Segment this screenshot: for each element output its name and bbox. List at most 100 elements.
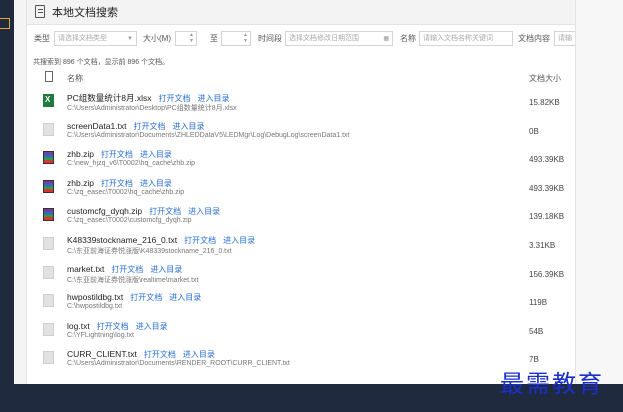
open-file-link[interactable]: 打开文档 — [144, 350, 176, 359]
file-size: 493.39KB — [529, 155, 565, 165]
table-row[interactable]: market.txt 打开文档 进入目录 C:\东亚前海证券悦涨版\realtime\… — [27, 260, 575, 288]
table-header: 名称 文档大小 — [27, 70, 575, 86]
open-folder-link[interactable]: 进入目录 — [188, 207, 220, 216]
file-size: 493.39KB — [529, 183, 565, 193]
name-label: 名称 — [400, 34, 416, 43]
content-input[interactable]: 请输 — [554, 31, 575, 46]
open-folder-link[interactable]: 进入目录 — [198, 94, 230, 103]
column-size[interactable]: 文档大小 — [529, 73, 561, 84]
content-label: 文档内容 — [518, 34, 550, 43]
result-summary: 共搜索到 896 个文档，显示前 896 个文档。 — [33, 59, 170, 66]
to-label: 至 — [210, 34, 218, 43]
file-path: C:\new_hjzq_v6\T0002\hq_cache\zhb.zip — [67, 160, 196, 168]
file-path: C:\东亚前海证券悦涨版\realtime\market.txt — [67, 276, 199, 284]
window-title: 本地文档搜索 — [52, 7, 118, 19]
chevron-down-icon: ▼ — [127, 36, 133, 42]
open-folder-link[interactable]: 进入目录 — [173, 122, 205, 131]
open-file-link[interactable]: 打开文档 — [130, 293, 162, 302]
file-name: CURR_CLIENT.txt — [67, 349, 137, 360]
table-row[interactable]: CURR_CLIENT.txt 打开文档 进入目录 C:\Users\Administ… — [27, 345, 575, 373]
txt-file-icon — [43, 351, 54, 365]
app-side-strip — [0, 0, 14, 412]
file-name: log.txt — [67, 320, 90, 331]
txt-file-icon — [43, 294, 54, 308]
title-bar: 本地文档搜索 — [27, 0, 575, 25]
file-size: 119B — [529, 298, 548, 308]
file-path: C:\东亚前海证券悦涨版\K48339stockname_216_0.txt — [67, 248, 232, 255]
open-file-link[interactable]: 打开文档 — [111, 265, 143, 274]
file-path: C:\YFLightning\log.txt — [67, 331, 134, 339]
open-folder-link[interactable]: 进入目录 — [140, 150, 172, 159]
file-icon — [45, 71, 53, 82]
open-folder-link[interactable]: 进入目录 — [169, 293, 201, 302]
open-file-link[interactable]: 打开文档 — [134, 122, 166, 131]
file-path: C:\zq_easec\T0002\hq_cache\zhb.zip — [67, 188, 185, 196]
type-select[interactable]: 请选择文档类型 ▼ — [54, 31, 137, 46]
file-name: market.txt — [67, 263, 105, 274]
open-folder-link[interactable]: 进入目录 — [140, 179, 172, 188]
table-row[interactable]: K48339stockname_216_0.txt 打开文档 进入目录 C:\东亚前海… — [27, 231, 575, 259]
xlsx-file-icon — [43, 94, 54, 107]
open-file-link[interactable]: 打开文档 — [97, 322, 129, 331]
file-path: C:\Users\Administrator\Documents\ZHLEDDa… — [67, 131, 350, 139]
file-size: 156.39KB — [529, 269, 565, 279]
file-name: customcfg_dyqh.zip — [67, 206, 143, 217]
file-name: hwpostildbg.txt — [67, 292, 124, 303]
spin-arrows-icon[interactable]: ▲ ▼ — [243, 32, 248, 44]
column-name[interactable]: 名称 — [67, 73, 83, 84]
file-path: C:\Users\Administrator\Documents\RENDER_… — [67, 360, 290, 368]
table-row[interactable]: zhb.zip 打开文档 进入目录 C:\zq_easec\T0002\hq_cach… — [27, 174, 575, 202]
open-folder-link[interactable]: 进入目录 — [183, 350, 215, 359]
file-size: 0B — [529, 126, 539, 136]
file-name: K48339stockname_216_0.txt — [67, 235, 178, 245]
file-name: screenData1.txt — [67, 120, 127, 131]
table-row[interactable]: log.txt 打开文档 进入目录 C:\YFLightning\log.txt 54B — [27, 317, 575, 345]
txt-file-icon — [43, 237, 54, 250]
file-size: 139.18KB — [529, 212, 565, 222]
file-path: C:\Users\Administrator\Desktop\PC组数量统计8月… — [67, 105, 237, 112]
open-folder-link[interactable]: 进入目录 — [136, 322, 168, 331]
file-size: 54B — [529, 326, 544, 336]
zip-file-icon — [43, 151, 54, 165]
open-file-link[interactable]: 打开文档 — [184, 236, 216, 245]
file-size: 15.82KB — [529, 98, 560, 107]
file-path: C:\hwpostildbg.txt — [67, 303, 123, 311]
table-row[interactable]: zhb.zip 打开文档 进入目录 C:\new_hjzq_v6\T0002\hq_c… — [27, 145, 575, 173]
type-label: 类型 — [34, 34, 50, 43]
zip-file-icon — [43, 208, 54, 222]
size-min-stepper[interactable]: ▲ ▼ — [175, 31, 197, 46]
window-right-border — [575, 0, 623, 412]
open-file-link[interactable]: 打开文档 — [101, 179, 133, 188]
open-folder-link[interactable]: 进入目录 — [150, 265, 182, 274]
table-row[interactable]: PC组数量统计8月.xlsx 打开文档进入目录 C:\Users\Administr… — [27, 88, 575, 116]
file-name: PC组数量统计8月.xlsx — [67, 93, 152, 103]
table-row[interactable]: customcfg_dyqh.zip 打开文档 进入目录 C:\zq_easec\T0… — [27, 202, 575, 230]
txt-file-icon — [43, 122, 54, 136]
folder-icon[interactable] — [0, 18, 10, 29]
txt-file-icon — [43, 265, 54, 279]
open-file-link[interactable]: 打开文档 — [159, 94, 191, 103]
file-size: 3.31KB — [529, 241, 556, 250]
calendar-icon[interactable]: ▦ — [383, 33, 389, 45]
spin-arrows-icon[interactable]: ▲ ▼ — [189, 32, 194, 44]
size-max-stepper[interactable]: ▲ ▼ — [221, 31, 251, 46]
file-name: zhb.zip — [67, 177, 94, 188]
open-file-link[interactable]: 打开文档 — [101, 150, 133, 159]
open-file-link[interactable]: 打开文档 — [149, 207, 181, 216]
search-window: 本地文档搜索 类型 请选择文档类型 ▼ 大小(M) ▲ ▼ 至 ▲ ▼ 时间段 选择… — [27, 0, 575, 412]
time-label: 时间段 — [258, 34, 282, 43]
size-label: 大小(M) — [143, 34, 171, 43]
file-path: C:\zq_easec\T0002\customcfg_dyqh.zip — [67, 217, 192, 225]
zip-file-icon — [43, 179, 54, 193]
name-input[interactable]: 请输入文档名称关键词 — [419, 31, 513, 46]
table-row[interactable]: hwpostildbg.txt 打开文档 进入目录 C:\hwpostildbg.tx… — [27, 288, 575, 316]
date-range-input[interactable]: 选择文档修改日期范围 ▦ — [285, 31, 393, 46]
table-row[interactable]: screenData1.txt 打开文档 进入目录 C:\Users\Administ… — [27, 117, 575, 145]
txt-file-icon — [43, 322, 54, 336]
filter-bar: 类型 请选择文档类型 ▼ 大小(M) ▲ ▼ 至 ▲ ▼ 时间段 选择文档修改日期范… — [27, 30, 575, 48]
document-icon — [35, 5, 45, 18]
open-folder-link[interactable]: 进入目录 — [223, 236, 255, 245]
file-name: zhb.zip — [67, 149, 94, 160]
watermark: 最需教育 — [500, 372, 604, 398]
window-left-border — [14, 0, 27, 412]
